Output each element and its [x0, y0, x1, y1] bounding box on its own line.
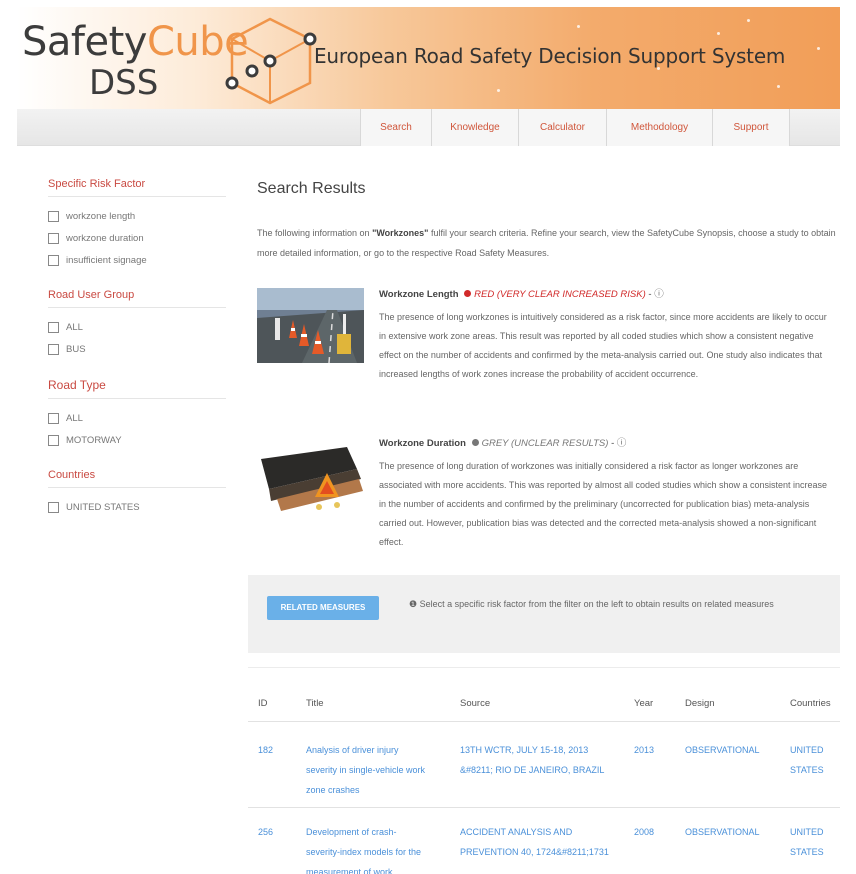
filter-option[interactable]: MOTORWAY [48, 429, 226, 451]
cell-id[interactable]: 182 [258, 740, 273, 760]
column-header-design[interactable]: Design [685, 698, 785, 709]
cube-logo-icon [225, 17, 317, 105]
column-header-year[interactable]: Year [634, 698, 653, 709]
filter-title: Road Type [48, 378, 226, 399]
checkbox[interactable] [48, 343, 59, 355]
cell-source[interactable]: ACCIDENT ANALYSIS AND PREVENTION 40, 172… [460, 822, 610, 862]
result-heading: Workzone Duration GREY (UNCLEAR RESULTS)… [379, 438, 627, 449]
checkbox[interactable] [48, 321, 59, 333]
result-summary: The presence of long duration of workzon… [379, 461, 828, 547]
table-row[interactable]: 182 Analysis of driver injury severity i… [248, 722, 840, 808]
cell-title-link[interactable]: Development of crash-severity-index mode… [306, 822, 426, 874]
related-measures-panel: RELATED MEASURES ❶ Select a specific ris… [248, 575, 840, 653]
filter-title: Specific Risk Factor [48, 178, 226, 197]
divider [248, 667, 840, 668]
checkbox[interactable] [48, 412, 59, 424]
checkbox[interactable] [48, 210, 59, 222]
filter-option[interactable]: workzone duration [48, 227, 226, 249]
cell-id[interactable]: 256 [258, 822, 273, 842]
filter-title: Countries [48, 469, 226, 488]
filter-option[interactable]: BUS [48, 338, 226, 360]
nav-methodology[interactable]: Methodology [606, 109, 712, 146]
nav-calculator[interactable]: Calculator [518, 109, 606, 146]
cell-source[interactable]: 13TH WCTR, JULY 15-18, 2013 &#8211; RIO … [460, 740, 610, 780]
filter-option-label: workzone duration [66, 232, 144, 244]
status-dot-icon [471, 439, 479, 446]
filter-option[interactable]: UNITED STATES [48, 496, 226, 518]
cell-design[interactable]: OBSERVATIONAL [685, 822, 785, 842]
related-measures-note: ❶ Select a specific risk factor from the… [409, 599, 774, 609]
filter-option[interactable]: workzone length [48, 205, 226, 227]
workzone-duration-image[interactable] [257, 439, 364, 514]
site-header: SafetyCube DSS European Road Safety Deci… [17, 7, 840, 109]
logo-text[interactable]: SafetyCube [22, 19, 249, 65]
column-header-countries[interactable]: Countries [790, 698, 838, 709]
filter-option-label: ALL [66, 412, 83, 424]
info-icon[interactable]: ⓘ [654, 289, 664, 300]
column-header-title[interactable]: Title [306, 698, 426, 709]
status-dot-icon [464, 290, 472, 297]
cell-title-link[interactable]: Analysis of driver injury severity in si… [306, 740, 426, 800]
filter-group-road-type: Road Type ALL MOTORWAY [48, 378, 226, 451]
result-body: Workzone Length RED (VERY CLEAR INCREASE… [379, 288, 829, 384]
filter-option-label: MOTORWAY [66, 434, 122, 446]
filter-option-label: ALL [66, 321, 83, 333]
filter-option-label: insufficient signage [66, 254, 147, 266]
filter-option-label: BUS [66, 343, 86, 355]
cell-country[interactable]: UNITED STATES [790, 822, 838, 862]
studies-table: ID Title Source Year Design Countries 18… [248, 690, 840, 874]
result-name-link[interactable]: Workzone Duration [379, 438, 466, 449]
related-measures-button[interactable]: RELATED MEASURES [267, 596, 379, 620]
intro-pre: The following information on [257, 228, 373, 238]
result-name-link[interactable]: Workzone Length [379, 289, 459, 300]
checkbox[interactable] [48, 501, 59, 513]
filter-group-road-user: Road User Group ALL BUS [48, 289, 226, 360]
result-heading: Workzone Length RED (VERY CLEAR INCREASE… [379, 289, 664, 300]
result-summary: The presence of long workzones is intuit… [379, 312, 827, 379]
column-header-id[interactable]: ID [258, 698, 268, 709]
filter-group-risk-factor: Specific Risk Factor workzone length wor… [48, 178, 226, 271]
intro-term: "Workzones" [372, 228, 429, 238]
table-row[interactable]: 256 Development of crash-severity-index … [248, 808, 840, 874]
table-header-row: ID Title Source Year Design Countries [248, 690, 840, 722]
result-body: Workzone Duration GREY (UNCLEAR RESULTS)… [379, 437, 829, 552]
filter-option[interactable]: insufficient signage [48, 249, 226, 271]
workzone-length-image[interactable] [257, 288, 364, 363]
filter-option-label: workzone length [66, 210, 136, 222]
status-label: GREY (UNCLEAR RESULTS) [481, 438, 609, 449]
cell-design[interactable]: OBSERVATIONAL [685, 740, 785, 760]
nav-bar: Search Knowledge Calculator Methodology … [17, 109, 840, 146]
intro-text: The following information on "Workzones"… [257, 223, 840, 263]
logo-dss: DSS [89, 63, 159, 103]
page-title: Search Results [257, 180, 366, 197]
logo-word-safety: Safety [22, 19, 147, 65]
checkbox[interactable] [48, 434, 59, 446]
checkbox[interactable] [48, 254, 59, 266]
column-header-source[interactable]: Source [460, 698, 610, 709]
filter-title: Road User Group [48, 289, 226, 308]
nav-support[interactable]: Support [712, 109, 790, 146]
filter-option[interactable]: ALL [48, 316, 226, 338]
nav-knowledge[interactable]: Knowledge [431, 109, 518, 146]
filter-option-label: UNITED STATES [66, 501, 140, 513]
main-nav: Search Knowledge Calculator Methodology … [360, 109, 790, 146]
info-icon[interactable]: ⓘ [617, 438, 627, 449]
page-header-title: European Road Safety Decision Support Sy… [314, 44, 786, 68]
status-label: RED (VERY CLEAR INCREASED RISK) [474, 289, 646, 300]
cell-country[interactable]: UNITED STATES [790, 740, 838, 780]
checkbox[interactable] [48, 232, 59, 244]
cell-year[interactable]: 2008 [634, 822, 654, 842]
cell-year[interactable]: 2013 [634, 740, 654, 760]
filter-sidebar: Specific Risk Factor workzone length wor… [48, 178, 226, 536]
filter-group-countries: Countries UNITED STATES [48, 469, 226, 518]
filter-option[interactable]: ALL [48, 407, 226, 429]
nav-search[interactable]: Search [360, 109, 431, 146]
